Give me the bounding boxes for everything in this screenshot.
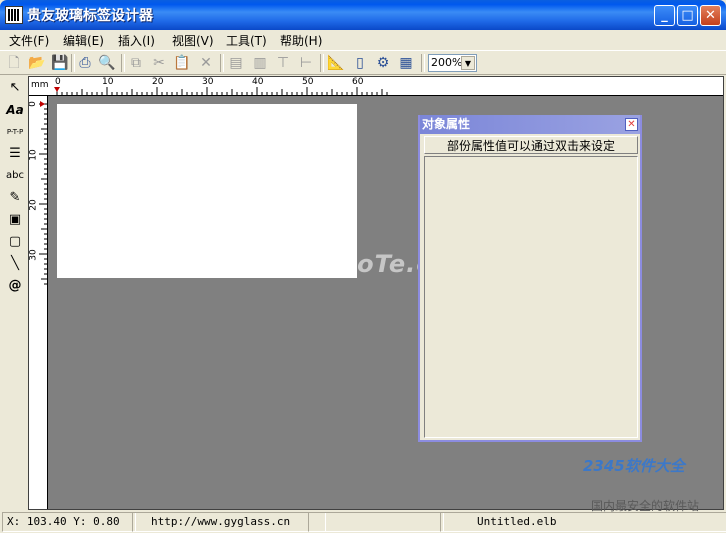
ruler-label: 60	[352, 77, 364, 87]
zoom-value: 200%	[431, 56, 463, 69]
rectangle-tool-icon[interactable]: ▢	[5, 232, 25, 252]
ruler-label: 0	[29, 101, 38, 107]
status-bar: X: 103.40 Y: 0.80 http://www.gyglass.cn …	[0, 510, 726, 533]
line-tool-icon[interactable]: ╲	[5, 254, 25, 274]
maximize-button[interactable]: □	[677, 5, 698, 26]
at-tool-icon[interactable]: @	[5, 276, 25, 296]
abc-tool-icon[interactable]: abc	[5, 166, 25, 186]
paragraph-tool-icon[interactable]: ☰	[5, 144, 25, 164]
ruler-label: 30	[29, 249, 39, 261]
print-preview-icon[interactable]: 🔍	[98, 54, 116, 72]
send-back-icon[interactable]: ▥	[251, 54, 269, 72]
status-url: http://www.gyglass.cn	[132, 512, 326, 532]
window-title: 贵友玻璃标签设计器	[27, 8, 153, 24]
app-icon[interactable]	[5, 6, 23, 24]
ruler-marker-icon	[54, 87, 60, 92]
horizontal-ruler: mm 0 10 20 30 40 50 60	[29, 77, 723, 96]
properties-panel[interactable]: 对象属性 ✕ 部份属性值可以通过双击来设定	[418, 115, 642, 442]
status-filename: Untitled.elb	[440, 512, 726, 532]
status-empty	[308, 512, 444, 532]
ruler-label: 10	[29, 149, 39, 161]
print-icon[interactable]: ⎙	[76, 54, 94, 72]
ruler-label: 20	[152, 77, 164, 87]
minimize-button[interactable]: _	[654, 5, 675, 26]
menu-file[interactable]: 文件(F)	[9, 32, 49, 49]
chevron-down-icon[interactable]: ▼	[461, 56, 475, 70]
align-top-icon[interactable]: ⊤	[274, 54, 292, 72]
close-button[interactable]: ✕	[700, 5, 721, 26]
vertical-ruler: 0 10 20 30	[29, 96, 48, 509]
close-icon[interactable]: ✕	[625, 118, 638, 131]
copy-icon[interactable]: ⧉	[127, 54, 145, 72]
properties-hint: 部份属性值可以通过双击来设定	[424, 136, 638, 154]
settings-icon[interactable]: ⚙	[374, 54, 392, 72]
zoom-select[interactable]: 200% ▼	[428, 54, 477, 72]
open-icon[interactable]: 📂	[28, 54, 46, 72]
ruler-label: 40	[252, 77, 264, 87]
ruler-marker-icon	[40, 101, 45, 107]
image-tool-icon[interactable]: ▣	[5, 210, 25, 230]
properties-panel-title[interactable]: 对象属性 ✕	[420, 115, 640, 134]
table-icon[interactable]: ▦	[397, 54, 415, 72]
corner-brand-logo: 2345软件大全	[583, 457, 685, 475]
menu-tools[interactable]: 工具(T)	[226, 32, 267, 49]
ruler-label: 10	[102, 77, 114, 87]
new-icon[interactable]: 🗋	[5, 54, 23, 72]
align-left-icon[interactable]: ⊢	[297, 54, 315, 72]
tool-palette: ↖ Aa P-T-P ☰ abc ✎ ▣ ▢ ╲ @	[0, 76, 28, 510]
horizontal-ruler-ticks	[54, 87, 388, 95]
menu-bar: 文件(F) 编辑(E) 插入(I) 视图(V) 工具(T) 帮助(H)	[0, 30, 726, 50]
menu-help[interactable]: 帮助(H)	[280, 32, 322, 49]
menu-view[interactable]: 视图(V)	[172, 32, 214, 49]
cut-icon[interactable]: ✂	[150, 54, 168, 72]
ruler-label: 0	[55, 77, 61, 87]
toolbar: 🗋 📂 💾 ⎙ 🔍 ⧉ ✂ 📋 ✕ ▤ ▥ ⊤ ⊢ 📐 ▯ ⚙ ▦ 200% ▼	[0, 50, 726, 75]
pen-tool-icon[interactable]: ✎	[5, 188, 25, 208]
ruler-label: 20	[29, 199, 39, 211]
bring-front-icon[interactable]: ▤	[227, 54, 245, 72]
properties-title-text: 对象属性	[422, 117, 471, 131]
ruler-label: 30	[202, 77, 214, 87]
menu-edit[interactable]: 编辑(E)	[63, 32, 104, 49]
properties-icon[interactable]: 📐	[327, 54, 345, 72]
paste-icon[interactable]: 📋	[173, 54, 191, 72]
ruler-label: 50	[302, 77, 314, 87]
menu-insert[interactable]: 插入(I)	[118, 32, 155, 49]
pointer-tool-icon[interactable]: ↖	[5, 78, 25, 98]
save-icon[interactable]: 💾	[51, 54, 69, 72]
ptp-tool-icon[interactable]: P-T-P	[3, 122, 27, 142]
properties-grid[interactable]	[424, 156, 638, 438]
delete-icon[interactable]: ✕	[197, 54, 215, 72]
status-coordinates: X: 103.40 Y: 0.80	[2, 512, 136, 532]
title-bar[interactable]: 贵友玻璃标签设计器 _ □ ✕	[0, 0, 726, 30]
page-icon[interactable]: ▯	[351, 54, 369, 72]
text-tool-icon[interactable]: Aa	[5, 100, 25, 120]
